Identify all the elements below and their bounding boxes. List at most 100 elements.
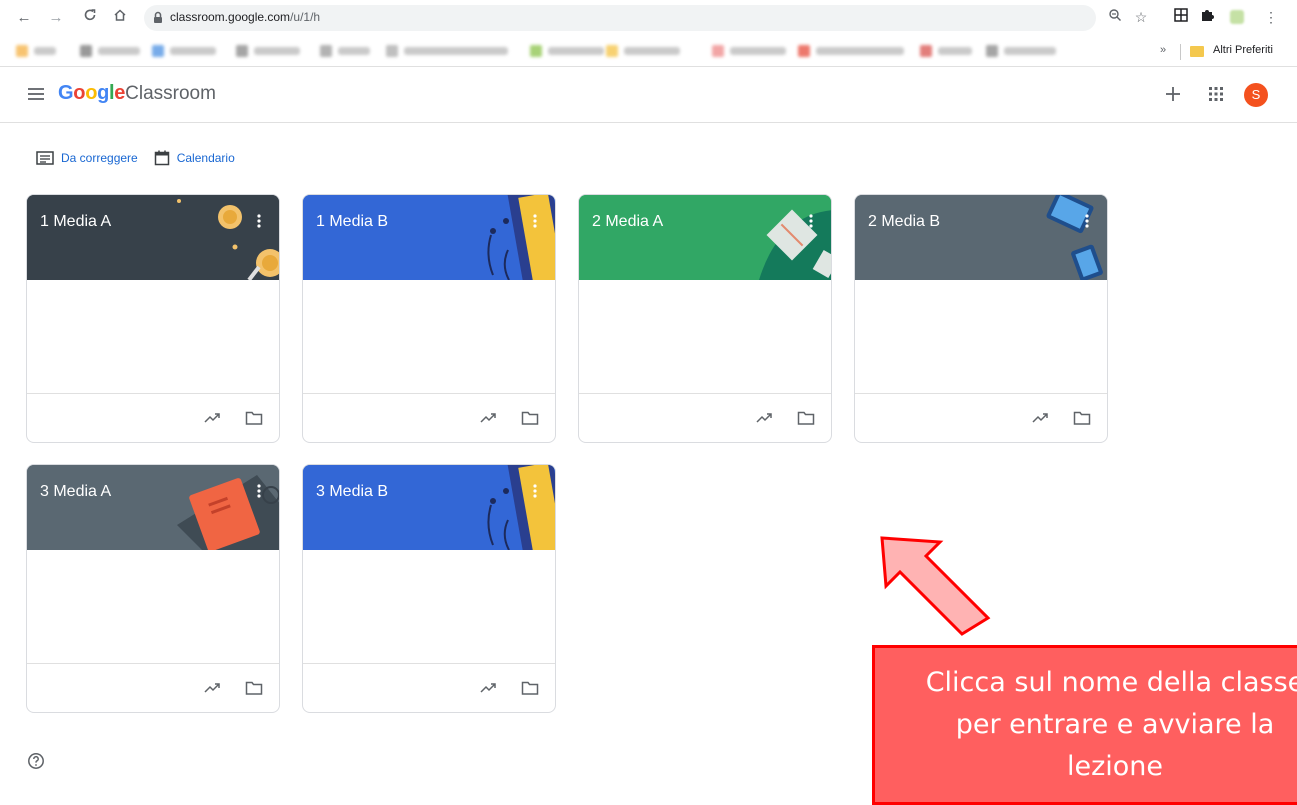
folder-icon[interactable]	[1073, 410, 1091, 426]
address-bar[interactable]: classroom.google.com/u/1/h	[144, 5, 1096, 31]
class-name[interactable]: 2 Media A	[592, 213, 663, 231]
extensions-puzzle-icon[interactable]	[1198, 8, 1216, 26]
banner-illustration	[579, 195, 831, 280]
more-options-icon[interactable]	[257, 483, 261, 499]
class-card[interactable]: 3 Media B	[302, 464, 556, 713]
folder-icon[interactable]	[797, 410, 815, 426]
add-class-icon[interactable]	[1162, 83, 1184, 105]
class-banner[interactable]: 1 Media A	[27, 195, 279, 280]
class-card[interactable]: 2 Media A	[578, 194, 832, 443]
bookmark-item[interactable]	[152, 45, 216, 57]
banner-illustration	[855, 195, 1107, 280]
bookmark-item[interactable]	[16, 45, 56, 57]
bookmark-item[interactable]	[530, 45, 604, 57]
folder-icon[interactable]	[521, 680, 539, 696]
card-footer	[303, 393, 555, 442]
class-name[interactable]: 3 Media B	[316, 483, 388, 501]
main-menu-icon[interactable]	[26, 84, 46, 104]
class-banner[interactable]: 3 Media B	[303, 465, 555, 550]
browser-menu-icon[interactable]: ⋮	[1262, 8, 1280, 26]
reload-icon[interactable]	[80, 8, 100, 28]
more-options-icon[interactable]	[533, 483, 537, 499]
card-footer	[855, 393, 1107, 442]
url-text: classroom.google.com/u/1/h	[170, 10, 320, 24]
class-name[interactable]: 1 Media A	[40, 213, 111, 231]
google-wordmark: Google	[58, 82, 126, 104]
annotation-callout: Clicca sul nome della classe per entrare…	[872, 645, 1297, 805]
bookmark-item[interactable]	[606, 45, 680, 57]
url-path: /u/1/h	[290, 10, 321, 24]
bookmark-item[interactable]	[712, 45, 786, 57]
class-banner[interactable]: 2 Media A	[579, 195, 831, 280]
forward-arrow-icon[interactable]: →	[46, 8, 66, 28]
bookmark-item[interactable]	[798, 45, 904, 57]
trending-up-icon[interactable]	[479, 410, 497, 426]
bookmarks-divider	[1180, 44, 1181, 60]
product-name: Classroom	[125, 83, 216, 104]
quick-links: Da correggere Calendario	[36, 149, 251, 167]
star-icon[interactable]: ☆	[1132, 8, 1150, 26]
class-name[interactable]: 1 Media B	[316, 213, 388, 231]
folder-icon[interactable]	[521, 410, 539, 426]
to-review-label: Da correggere	[61, 151, 138, 165]
more-options-icon[interactable]	[809, 213, 813, 229]
calendar-link[interactable]: Calendario	[154, 150, 235, 166]
annotation-text: Clicca sul nome della classe per entrare…	[925, 667, 1297, 782]
class-card[interactable]: 3 Media A	[26, 464, 280, 713]
class-name[interactable]: 2 Media B	[868, 213, 940, 231]
class-card[interactable]: 1 Media A	[26, 194, 280, 443]
google-apps-icon[interactable]	[1207, 85, 1225, 103]
more-options-icon[interactable]	[1085, 213, 1089, 229]
class-card[interactable]: 2 Media B	[854, 194, 1108, 443]
profile-icon[interactable]	[1228, 8, 1246, 26]
browser-toolbar: ← → classroom.google.com/u/1/h ☆ ⋮	[0, 0, 1297, 36]
url-host: classroom.google.com	[170, 10, 291, 24]
class-name[interactable]: 3 Media A	[40, 483, 111, 501]
banner-illustration	[303, 195, 555, 280]
other-bookmarks-folder[interactable]: Altri Preferiti	[1213, 44, 1273, 56]
extension-grid-icon[interactable]	[1172, 8, 1190, 26]
bookmark-item[interactable]	[920, 45, 972, 57]
app-header: GoogleClassroom S	[0, 67, 1297, 123]
class-card[interactable]: 1 Media B	[302, 194, 556, 443]
card-footer	[27, 663, 279, 712]
account-avatar[interactable]: S	[1244, 83, 1268, 107]
calendar-label: Calendario	[176, 151, 235, 165]
bookmarks-bar: » Altri Preferiti	[0, 36, 1297, 67]
banner-illustration	[27, 465, 279, 550]
banner-illustration	[27, 195, 279, 280]
lock-icon	[154, 11, 162, 23]
trending-up-icon[interactable]	[203, 680, 221, 696]
bookmark-item[interactable]	[320, 45, 370, 57]
folder-icon[interactable]	[245, 680, 263, 696]
bookmark-item[interactable]	[236, 45, 300, 57]
card-footer	[579, 393, 831, 442]
banner-illustration	[303, 465, 555, 550]
trending-up-icon[interactable]	[755, 410, 773, 426]
help-icon[interactable]	[27, 752, 45, 770]
trending-up-icon[interactable]	[203, 410, 221, 426]
home-icon[interactable]	[110, 8, 130, 28]
trending-up-icon[interactable]	[479, 680, 497, 696]
more-options-icon[interactable]	[257, 213, 261, 229]
card-footer	[27, 393, 279, 442]
bookmark-item[interactable]	[386, 45, 508, 57]
bookmark-item[interactable]	[986, 45, 1056, 57]
calendar-icon	[154, 150, 169, 166]
folder-icon[interactable]	[245, 410, 263, 426]
bookmark-folder-icon	[1190, 46, 1204, 57]
to-review-icon	[36, 151, 54, 165]
trending-up-icon[interactable]	[1031, 410, 1049, 426]
annotation-arrow-icon	[880, 536, 991, 636]
app-logo[interactable]: GoogleClassroom	[58, 82, 216, 105]
to-review-link[interactable]: Da correggere	[36, 151, 138, 165]
class-banner[interactable]: 2 Media B	[855, 195, 1107, 280]
class-banner[interactable]: 3 Media A	[27, 465, 279, 550]
back-arrow-icon[interactable]: ←	[14, 8, 34, 28]
bookmark-item[interactable]	[80, 45, 140, 57]
bookmarks-overflow-button[interactable]: »	[1160, 44, 1166, 56]
card-footer	[303, 663, 555, 712]
class-banner[interactable]: 1 Media B	[303, 195, 555, 280]
zoom-icon[interactable]	[1106, 8, 1124, 26]
more-options-icon[interactable]	[533, 213, 537, 229]
